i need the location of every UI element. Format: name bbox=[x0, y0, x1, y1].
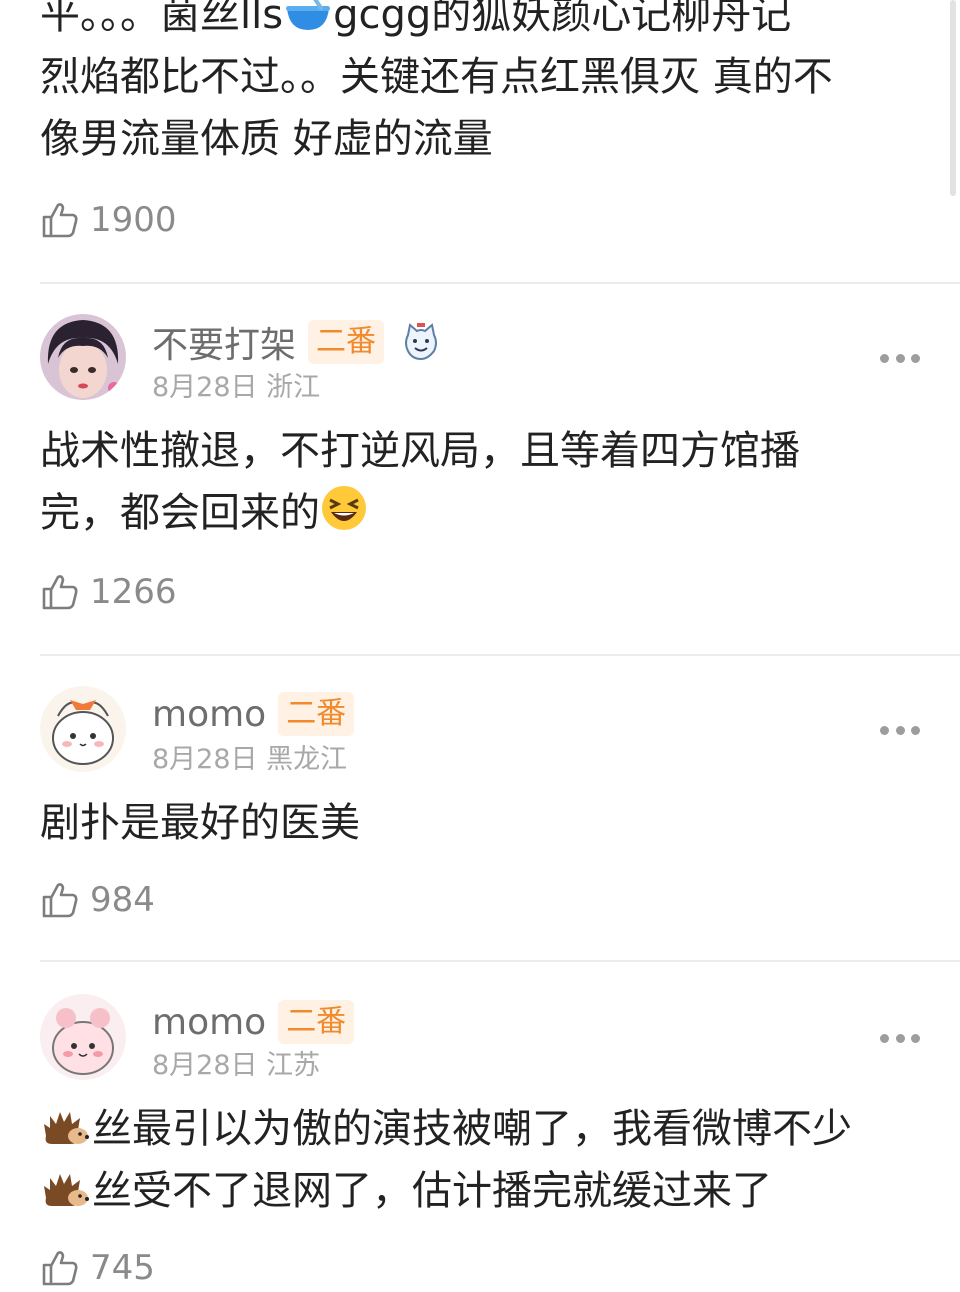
cat-sticker-icon bbox=[405, 323, 438, 361]
like-button[interactable]: 745 bbox=[40, 1244, 155, 1292]
hedgehog-emoji bbox=[44, 1112, 89, 1144]
comment-text: 丝最引以为傲的演技被嘲了，我看微博不少 丝受不了退网了，估计播完就缓过来了 bbox=[40, 1098, 920, 1222]
like-count: 1900 bbox=[90, 200, 177, 240]
rank-badge: 二番 bbox=[278, 692, 355, 736]
comment-meta: 8月28日 浙江 bbox=[152, 372, 321, 403]
comment-meta: 8月28日 江苏 bbox=[152, 1050, 321, 1081]
like-count: 1266 bbox=[90, 572, 177, 612]
comment-text: 战术性撤退，不打逆风局，且等着四方馆播 完，都会回来的 bbox=[40, 428, 800, 536]
avatar[interactable] bbox=[40, 686, 126, 772]
avatar[interactable] bbox=[40, 314, 126, 400]
divider bbox=[40, 960, 960, 962]
username[interactable]: 不要打架 二番 bbox=[152, 318, 442, 366]
thumbs-up-icon bbox=[42, 203, 78, 238]
rank-badge: 二番 bbox=[278, 1000, 355, 1044]
like-count: 984 bbox=[90, 880, 155, 920]
thumbs-up-icon bbox=[42, 1251, 78, 1286]
bowl-icon bbox=[286, 0, 331, 30]
comment-text: 剧扑是最好的医美 bbox=[40, 800, 360, 846]
rank-badge: 二番 bbox=[308, 320, 385, 364]
thumbs-up-icon bbox=[42, 883, 78, 918]
scrollbar[interactable] bbox=[950, 0, 956, 196]
comment-meta: 8月28日 黑龙江 bbox=[152, 744, 348, 775]
like-count: 745 bbox=[90, 1248, 155, 1288]
laughing-emoji bbox=[322, 486, 366, 530]
more-options-icon[interactable] bbox=[880, 1032, 920, 1044]
avatar[interactable] bbox=[40, 994, 126, 1080]
like-button[interactable]: 984 bbox=[40, 876, 155, 924]
like-button[interactable]: 1900 bbox=[40, 196, 177, 244]
username[interactable]: momo 二番 bbox=[152, 690, 355, 738]
thumbs-up-icon bbox=[42, 575, 78, 610]
divider bbox=[40, 654, 960, 656]
divider bbox=[40, 282, 960, 284]
comment-text: 平。。。菌丝lls gcgg的狐妖颜心记柳舟记 烈焰都比不过。。关键还有点红黑俱灭… bbox=[40, 0, 920, 170]
username[interactable]: momo 二番 bbox=[152, 998, 355, 1046]
more-options-icon[interactable] bbox=[880, 352, 920, 364]
more-options-icon[interactable] bbox=[880, 724, 920, 736]
like-button[interactable]: 1266 bbox=[40, 568, 177, 616]
hedgehog-emoji bbox=[44, 1174, 89, 1206]
